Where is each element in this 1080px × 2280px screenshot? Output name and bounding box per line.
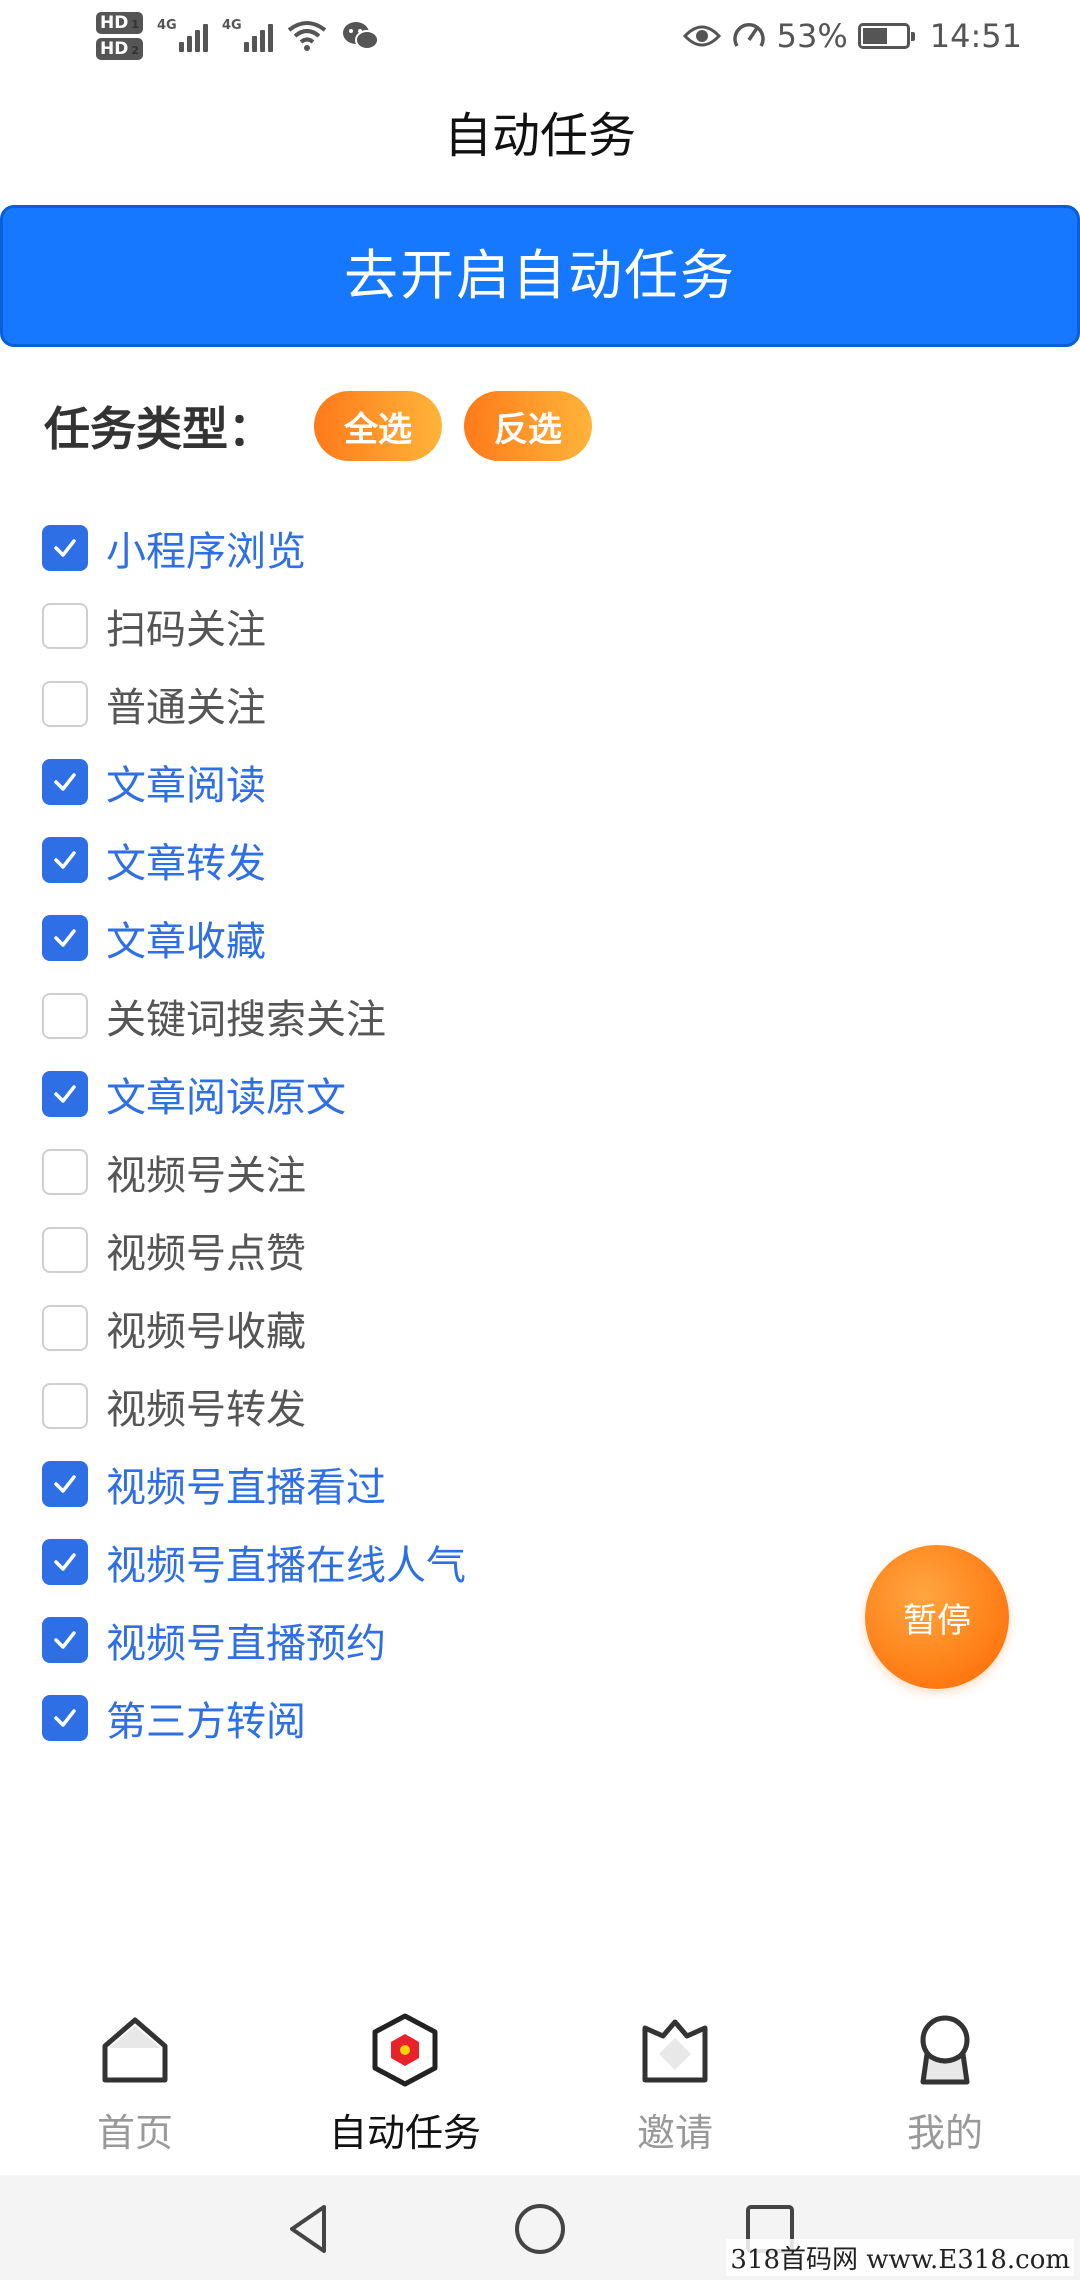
task-list: 小程序浏览 扫码关注 普通关注 文章阅读 文章转发 文章收藏 关键词搜索关注 文章阅读原文 视频… — [42, 509, 742, 1757]
task-item[interactable]: 视频号收藏 — [42, 1289, 742, 1367]
tab-home-label: 首页 — [96, 2111, 173, 2155]
select-all-button[interactable]: 全选 — [314, 391, 442, 461]
task-label: 视频号直播预约 — [106, 1621, 386, 1667]
task-item[interactable]: 视频号直播预约 — [42, 1601, 742, 1679]
task-label: 文章转发 — [106, 841, 266, 887]
task-item[interactable]: 文章阅读 — [42, 743, 742, 821]
task-label: 第三方转阅 — [106, 1699, 306, 1745]
network-type-1: 4G — [157, 18, 177, 33]
home-icon — [102, 2017, 168, 2083]
task-checkbox[interactable] — [42, 603, 88, 649]
task-checkbox[interactable] — [42, 1149, 88, 1195]
task-checkbox[interactable] — [42, 993, 88, 1039]
task-checkbox[interactable] — [42, 681, 88, 727]
task-item[interactable]: 第三方转阅 — [42, 1679, 742, 1757]
task-item[interactable]: 扫码关注 — [42, 587, 742, 665]
wifi-icon — [287, 21, 327, 51]
hd1-badge: HD 1 — [96, 12, 143, 34]
task-label: 小程序浏览 — [106, 529, 306, 575]
task-item[interactable]: 关键词搜索关注 — [42, 977, 742, 1055]
tab-profile-label: 我的 — [906, 2111, 983, 2155]
tab-invite[interactable]: 邀请 — [540, 1985, 810, 2175]
task-label: 视频号关注 — [106, 1153, 306, 1199]
task-label: 视频号转发 — [106, 1387, 306, 1433]
task-label: 视频号直播看过 — [106, 1465, 386, 1511]
hd2-badge: HD 2 — [96, 38, 143, 60]
task-checkbox[interactable] — [42, 1071, 88, 1117]
invite-icon — [642, 2019, 708, 2083]
task-label: 普通关注 — [106, 685, 266, 731]
tab-home[interactable]: 首页 — [0, 1985, 270, 2175]
task-checkbox[interactable] — [42, 915, 88, 961]
task-label: 视频号点赞 — [106, 1231, 306, 1277]
task-checkbox[interactable] — [42, 1305, 88, 1351]
check-icon — [54, 1085, 76, 1103]
watermark: 318首码网 www.E318.com — [726, 2239, 1074, 2276]
hd-indicators: HD 1 HD 2 — [96, 12, 143, 60]
task-item[interactable]: 普通关注 — [42, 665, 742, 743]
task-checkbox[interactable] — [42, 1461, 88, 1507]
check-icon — [54, 1475, 76, 1493]
tab-profile[interactable]: 我的 — [810, 1985, 1080, 2175]
task-item[interactable]: 视频号直播看过 — [42, 1445, 742, 1523]
task-type-label: 任务类型： — [44, 402, 274, 456]
task-checkbox[interactable] — [42, 1227, 88, 1273]
task-item[interactable]: 小程序浏览 — [42, 509, 742, 587]
check-icon — [54, 929, 76, 947]
task-item[interactable]: 文章转发 — [42, 821, 742, 899]
status-bar: HD 1 HD 2 4G 4G 53% 14:51 — [0, 0, 1080, 72]
page-title: 自动任务 — [443, 108, 636, 164]
check-icon — [54, 851, 76, 869]
task-label: 视频号直播在线人气 — [106, 1543, 466, 1589]
task-checkbox[interactable] — [42, 1695, 88, 1741]
task-checkbox[interactable] — [42, 1617, 88, 1663]
task-label: 视频号收藏 — [106, 1309, 306, 1355]
task-type-row: 任务类型： 全选 反选 — [44, 390, 614, 462]
task-label: 关键词搜索关注 — [106, 997, 386, 1043]
task-checkbox[interactable] — [42, 1383, 88, 1429]
task-item[interactable]: 文章收藏 — [42, 899, 742, 977]
check-icon — [54, 539, 76, 557]
task-item[interactable]: 视频号转发 — [42, 1367, 742, 1445]
signal-2-icon: 4G — [222, 18, 273, 52]
task-item[interactable]: 视频号直播在线人气 — [42, 1523, 742, 1601]
battery-percent: 53% — [776, 17, 848, 55]
check-icon — [54, 1553, 76, 1571]
task-label: 扫码关注 — [106, 607, 266, 653]
tab-invite-label: 邀请 — [636, 2111, 713, 2155]
system-nav-bar: 318首码网 www.E318.com — [0, 2175, 1080, 2280]
tab-auto-task[interactable]: 自动任务 — [270, 1985, 540, 2175]
check-icon — [54, 773, 76, 791]
profile-icon — [920, 2015, 970, 2085]
task-checkbox[interactable] — [42, 1539, 88, 1585]
check-icon — [54, 1709, 76, 1727]
network-type-2: 4G — [222, 18, 242, 33]
bottom-tab-bar: 首页 自动任务 邀请 我的 — [0, 1985, 1080, 2175]
status-left: HD 1 HD 2 4G 4G — [96, 6, 379, 66]
tab-auto-task-label: 自动任务 — [328, 2111, 481, 2155]
status-right: 53% 14:51 — [682, 10, 1022, 62]
task-label: 文章阅读原文 — [106, 1075, 346, 1121]
start-auto-task-button[interactable]: 去开启自动任务 — [0, 205, 1080, 347]
pause-button[interactable]: 暂停 — [865, 1545, 1009, 1689]
task-item[interactable]: 视频号点赞 — [42, 1211, 742, 1289]
task-checkbox[interactable] — [42, 759, 88, 805]
speed-icon — [732, 23, 765, 47]
back-icon[interactable] — [280, 2199, 340, 2259]
task-checkbox[interactable] — [42, 525, 88, 571]
task-item[interactable]: 视频号关注 — [42, 1133, 742, 1211]
task-label: 文章收藏 — [106, 919, 266, 965]
eye-icon — [682, 25, 721, 47]
clock: 14:51 — [929, 17, 1022, 55]
home-nav-icon[interactable] — [510, 2199, 570, 2259]
task-item[interactable]: 文章阅读原文 — [42, 1055, 742, 1133]
task-label: 文章阅读 — [106, 763, 266, 809]
auto-task-icon — [372, 2013, 438, 2087]
task-checkbox[interactable] — [42, 837, 88, 883]
invert-selection-button[interactable]: 反选 — [464, 391, 592, 461]
wechat-icon — [343, 22, 379, 50]
battery-icon — [857, 23, 915, 49]
check-icon — [54, 1631, 76, 1649]
signal-1-icon: 4G — [157, 18, 208, 52]
